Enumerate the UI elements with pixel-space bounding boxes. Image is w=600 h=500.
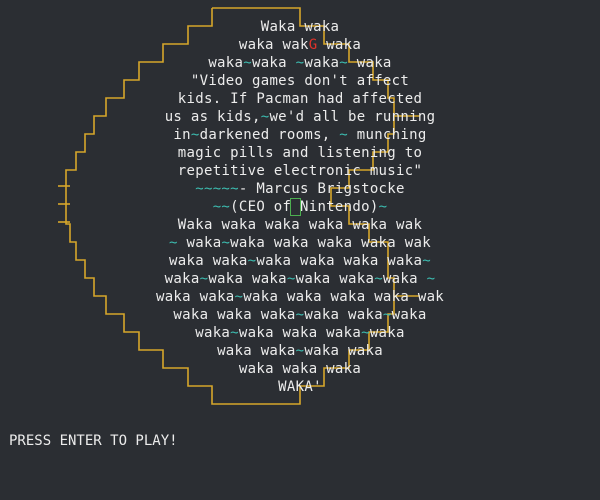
art-text: waka waka [295,271,375,287]
art-text: waka waka [169,253,248,269]
tilde-glyph: ~ [221,235,231,251]
art-text: WAKA' [278,379,322,395]
art-line: "Video games don't affect [0,72,600,90]
tilde-glyph: ~ [230,325,239,341]
tilde-glyph: ~~~~~ [195,181,239,197]
art-line: waka~waka waka waka~waka [0,324,600,342]
art-text: waka waka waka waka wak [243,289,445,305]
tilde-glyph: ~ [339,127,349,143]
art-text: waka waka waka [173,307,296,323]
art-line: repetitive electronic music" [0,162,600,180]
tilde-glyph: ~ [361,325,370,341]
tilde-glyph: ~ [190,127,200,143]
art-line: waka waka waka [0,360,600,378]
art-text: Waka waka waka waka waka wak [177,217,423,233]
art-text: kids. If Pacman had affected [177,91,423,107]
art-line: Waka waka [0,18,600,36]
art-text: waka waka waka [238,325,362,341]
art-text: us as kids, [164,109,261,125]
tilde-glyph: ~ [169,235,178,251]
art-text: waka waka [217,343,296,359]
tilde-glyph: ~~ [212,199,231,215]
art-text: waka [164,271,200,287]
art-line: ~~(CEO of Nintendo)~ [0,198,600,216]
terminal-screen: Waka waka waka wakG waka waka~waka ~waka~ … [0,0,600,500]
art-text: waka [195,325,231,341]
tilde-glyph: ~ [378,199,388,215]
tilde-glyph: ~ [234,289,244,305]
art-text: waka waka [208,271,287,287]
art-line: in~darkened rooms, ~ munching [0,126,600,144]
art-text: waka waka [304,307,383,323]
press-enter-prompt[interactable]: PRESS ENTER TO PLAY! [9,432,178,450]
art-line: waka~waka ~waka~ waka [0,54,600,72]
art-text: waka [304,55,340,71]
art-line: us as kids,~we'd all be running [0,108,600,126]
art-text: darkened rooms, [199,127,340,143]
art-text: magic pills and listening to [177,145,423,161]
art-line: magic pills and listening to [0,144,600,162]
art-text: in [173,127,191,143]
art-text: waka [369,325,405,341]
tilde-glyph: ~ [339,55,349,71]
art-text: waka waka waka waka wak [230,235,431,251]
tilde-glyph: ~ [374,271,383,287]
art-line: waka waka waka~waka waka~waka [0,306,600,324]
art-text: waka waka waka waka [256,253,423,269]
art-text: (CEO of [230,199,292,215]
art-line: waka wakG waka [0,36,600,54]
art-text: waka [348,55,392,71]
tilde-glyph: ~ [426,271,436,287]
art-line: WAKA' [0,378,600,396]
art-line: kids. If Pacman had affected [0,90,600,108]
art-text: we'd all be running [269,109,436,125]
art-text: Waka waka [260,19,340,35]
art-text: munching [348,127,427,143]
art-line: waka waka~waka waka waka waka wak [0,288,600,306]
art-text: waka [208,55,244,71]
art-line: Waka waka waka waka waka wak [0,216,600,234]
text-cursor [290,198,301,216]
pacman-ascii-art: Waka waka waka wakG waka waka~waka ~waka~ … [0,0,600,500]
art-text: waka [382,271,427,287]
art-text: repetitive electronic music" [177,163,423,179]
art-text: waka wak [238,37,309,53]
art-line: ~~~~~- Marcus Brigstocke [0,180,600,198]
art-text: waka [317,37,362,53]
tilde-glyph: ~ [422,253,431,269]
art-text: Nintendo) [300,199,379,215]
art-line: waka waka~waka waka waka waka~ [0,252,600,270]
art-text: waka [391,307,427,323]
art-text: - Marcus Brigstocke [238,181,405,197]
art-text: waka [177,235,222,251]
art-text: "Video games don't affect [190,73,410,89]
tilde-glyph: ~ [243,55,252,71]
art-text: waka waka [304,343,383,359]
art-text: waka waka waka [238,361,362,377]
art-line: waka waka~waka waka [0,342,600,360]
art-line: ~ waka~waka waka waka waka wak [0,234,600,252]
tilde-glyph: ~ [286,271,296,287]
tilde-glyph: ~ [382,307,392,323]
art-text: waka [251,55,296,71]
art-line: waka~waka waka~waka waka~waka ~ [0,270,600,288]
art-text: waka waka [155,289,235,305]
